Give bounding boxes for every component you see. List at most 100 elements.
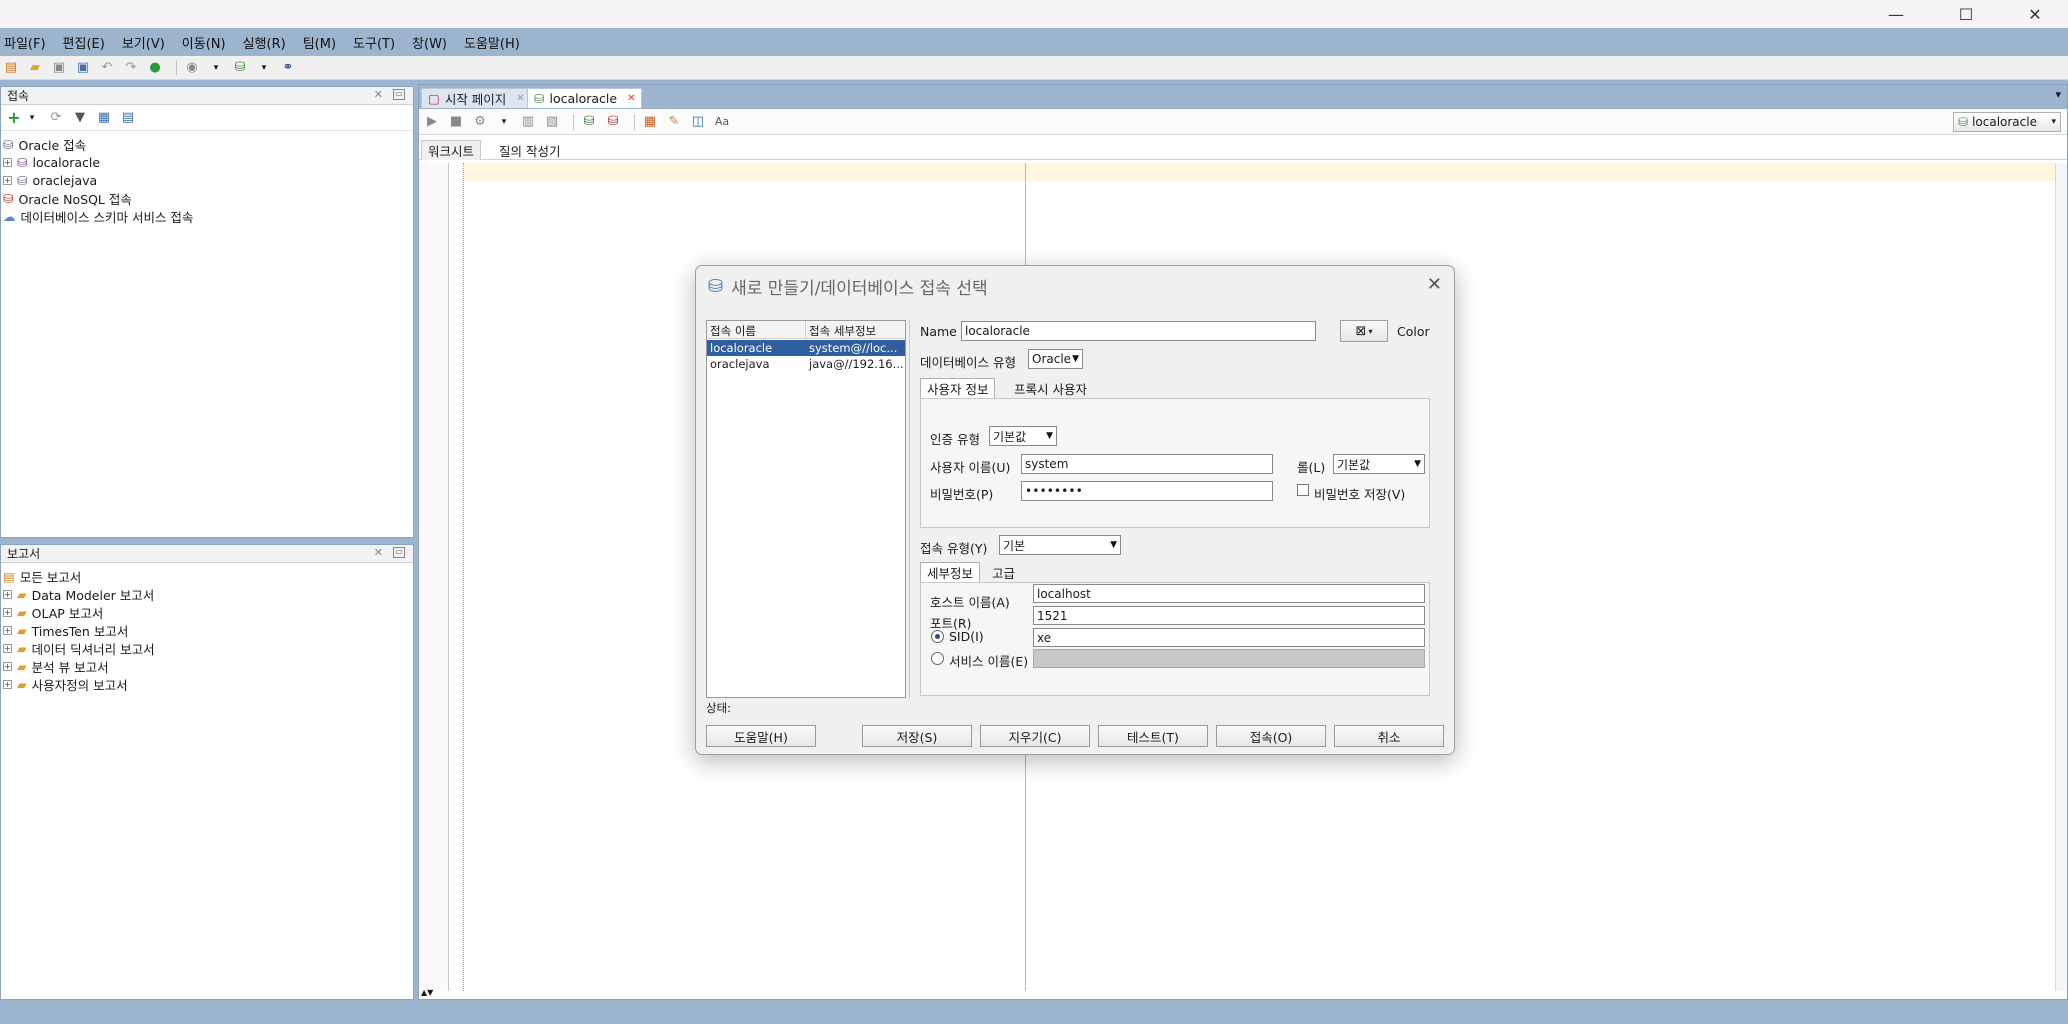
autotrace-icon[interactable]: ⚙ [471,113,489,131]
sql-tuning-icon[interactable]: ⛁ [580,113,598,131]
service-name-radio[interactable] [931,652,944,665]
tab-start-page[interactable]: ▢ 시작 페이지 ✕ [421,88,532,108]
tab-user-info[interactable]: 사용자 정보 [920,378,996,398]
db-type-select[interactable]: Oracle ▼ [1028,349,1083,369]
expand-icon[interactable]: + [3,607,12,617]
tree-item-report-folder[interactable]: + ▰ Data Modeler 보고서 [3,585,154,603]
open-folder-icon[interactable]: ▰ [26,59,44,77]
connection-selector[interactable]: ⛁ localoracle ▾ [1953,112,2061,132]
save-password-checkbox[interactable] [1297,484,1309,496]
menu-run[interactable]: 실행(R) [243,33,286,52]
tree-item-all-reports[interactable]: ▤ 모든 보고서 [3,567,81,585]
tree-item-report-folder[interactable]: + ▰ 데이터 딕셔너리 보고서 [3,639,155,657]
expand-icon[interactable]: + [3,589,12,599]
split-editor-icon[interactable]: ▲▼ [421,988,433,997]
close-icon[interactable]: ✕ [627,93,635,104]
close-icon[interactable]: ✕ [374,88,383,101]
help-button[interactable]: 도움말(H) [706,725,816,747]
splitter[interactable] [909,320,913,698]
menu-navigate[interactable]: 이동(N) [182,33,226,52]
redo-icon[interactable]: ↷ [122,59,140,77]
close-window-button[interactable]: ✕ [2012,0,2058,28]
save-button[interactable]: 저장(S) [862,725,972,747]
dropdown-arrow-icon[interactable]: ▾ [495,113,513,131]
list-item-oraclejava[interactable]: oraclejava java@//192.16... [707,356,905,372]
menu-file[interactable]: 파일(F) [4,33,46,52]
minimize-button[interactable]: — [1873,0,1919,28]
run-statement-icon[interactable]: ▶ [423,113,441,131]
commit-icon[interactable]: ▥ [519,113,537,131]
binoculars-icon[interactable]: ⚭ [279,59,297,77]
menu-window[interactable]: 창(W) [412,33,447,52]
expand-icon[interactable]: + [3,679,12,689]
sid-radio[interactable] [931,630,944,643]
minimize-panel-icon[interactable]: ▭ [393,547,405,558]
back-icon[interactable]: ◉ [183,59,201,77]
port-input[interactable]: 1521 [1033,606,1425,625]
tree-item-oraclejava[interactable]: + ⛁ oraclejava [3,171,97,189]
username-input[interactable]: system [1021,454,1273,474]
maximize-button[interactable]: ☐ [1943,0,1989,28]
tree-item-localoracle[interactable]: + ⛁ localoracle [3,153,100,171]
tree-item-report-folder[interactable]: + ▰ 사용자정의 보고서 [3,675,128,693]
column-header-name[interactable]: 접속 이름 [710,323,756,339]
tab-localoracle[interactable]: ⛁ localoracle ✕ [527,88,643,108]
close-icon[interactable]: ✕ [374,546,383,559]
unshared-worksheet-icon[interactable]: ◫ [689,113,707,131]
add-connection-icon[interactable]: + [5,108,23,127]
list-item-localoracle[interactable]: localoracle system@//loc... [707,340,905,356]
tree-item-oracle-connections[interactable]: ⛁ Oracle 접속 [3,135,86,153]
expand-icon[interactable]: + [3,175,12,185]
format-icon[interactable]: Aa [713,113,731,131]
save-all-icon[interactable]: ▣ [74,59,92,77]
dropdown-arrow-icon[interactable]: ▾ [23,109,41,127]
tab-advanced[interactable]: 고급 [986,562,1021,582]
expand-icon[interactable]: + [3,157,12,167]
dropdown-arrow-icon[interactable]: ▾ [255,59,273,77]
password-input[interactable]: •••••••• [1021,481,1273,501]
collapse-tabs-icon[interactable]: ▾ [2055,88,2061,101]
tab-worksheet[interactable]: 워크시트 [421,140,482,160]
refresh-icon[interactable]: ⟳ [47,109,65,127]
tree-item-report-folder[interactable]: + ▰ TimesTen 보고서 [3,621,128,639]
column-header-details[interactable]: 접속 세부정보 [809,323,876,339]
sid-input[interactable]: xe [1033,628,1425,647]
new-file-icon[interactable]: ▤ [2,59,20,77]
role-select[interactable]: 기본값 ▼ [1333,454,1425,474]
test-button[interactable]: 테스트(T) [1098,725,1208,747]
clear-icon[interactable]: ✎ [665,113,683,131]
menu-edit[interactable]: 편집(E) [63,33,105,52]
sql-history-icon[interactable]: ▦ [641,113,659,131]
undo-icon[interactable]: ↶ [98,59,116,77]
tab-details[interactable]: 세부정보 [920,562,981,582]
explain-plan-icon[interactable]: ⛁ [604,113,622,131]
tree-item-report-folder[interactable]: + ▰ 분석 뷰 보고서 [3,657,109,675]
conn-type-select[interactable]: 기본 ▼ [999,535,1121,555]
minimize-panel-icon[interactable]: ▭ [393,89,405,100]
rollback-icon[interactable]: ▧ [543,113,561,131]
collapse-all-icon[interactable]: ▤ [119,109,137,127]
save-icon[interactable]: ▣ [50,59,68,77]
expand-icon[interactable]: + [3,661,12,671]
tree-item-report-folder[interactable]: + ▰ OLAP 보고서 [3,603,103,621]
cancel-button[interactable]: 취소 [1334,725,1444,747]
vertical-scrollbar[interactable] [2055,163,2067,991]
auth-type-select[interactable]: 기본값 ▼ [989,426,1057,446]
host-input[interactable]: localhost [1033,584,1425,603]
connect-button[interactable]: 접속(O) [1216,725,1326,747]
close-dialog-icon[interactable]: ✕ [1427,274,1442,295]
menu-team[interactable]: 팀(M) [303,33,336,52]
filter-icon[interactable]: ▼ [71,109,89,127]
expand-icon[interactable]: + [3,643,12,653]
menu-tools[interactable]: 도구(T) [353,33,395,52]
tree-item-nosql[interactable]: ⛁ Oracle NoSQL 접속 [3,189,132,207]
name-input[interactable]: localoracle [961,321,1316,341]
tab-query-builder[interactable]: 질의 작성기 [493,140,566,160]
close-icon[interactable]: ✕ [516,93,524,104]
sql-connection-icon[interactable]: ⛁ [231,59,249,77]
dropdown-arrow-icon[interactable]: ▾ [207,59,225,77]
menu-help[interactable]: 도움말(H) [464,33,520,52]
expand-icon[interactable]: + [3,625,12,635]
tab-proxy-user[interactable]: 프록시 사용자 [1008,378,1093,398]
run-script-icon[interactable]: ■ [447,113,465,131]
